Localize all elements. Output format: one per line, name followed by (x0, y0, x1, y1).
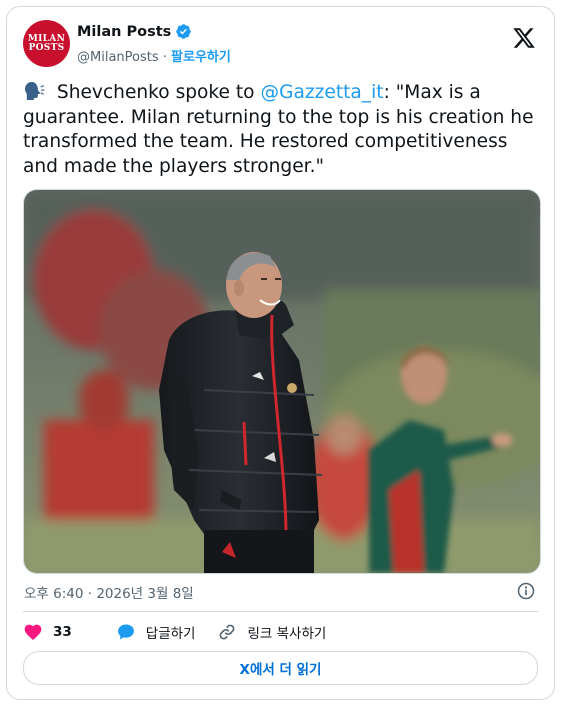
copy-link-button[interactable]: 링크 복사하기 (217, 622, 326, 642)
mention-link[interactable]: @Gazzetta_it (260, 82, 383, 103)
tweet-text-part1: Shevchenko spoke to (51, 82, 261, 103)
reply-button[interactable]: 답글하기 (116, 622, 196, 642)
training-photo-illustration (24, 190, 540, 573)
verified-badge-icon (176, 24, 192, 39)
tweet-actions: 33 답글하기 링크 복사하기 (23, 621, 348, 643)
avatar-text-line2: POSTS (28, 42, 65, 53)
tweet-photo[interactable] (23, 189, 541, 574)
tweet-text: Shevchenko spoke to @Gazzetta_it: "Max i… (23, 81, 543, 179)
handle-separator: · (158, 50, 172, 65)
like-button[interactable]: 33 (23, 622, 94, 642)
tweet-timestamp[interactable]: 오후 6:40 · 2026년 3월 8일 (24, 582, 194, 602)
x-logo-icon[interactable] (512, 26, 536, 50)
avatar[interactable]: MILAN POSTS (23, 20, 70, 67)
link-icon (220, 624, 235, 640)
divider (23, 611, 538, 612)
reply-label: 답글하기 (145, 626, 196, 642)
tweet-card: MILAN POSTS Milan Posts @MilanPosts · 팔로… (6, 6, 555, 700)
tweet-header: MILAN POSTS Milan Posts @MilanPosts · 팔로… (23, 18, 538, 68)
info-icon[interactable] (516, 581, 536, 601)
display-name[interactable]: Milan Posts (77, 24, 171, 40)
follow-button[interactable]: 팔로우하기 (171, 50, 231, 65)
read-more-button[interactable]: X에서 더 읽기 (23, 651, 538, 685)
handle[interactable]: @MilanPosts (77, 50, 159, 65)
reply-bubble-icon (117, 624, 134, 640)
like-count: 33 (53, 624, 72, 640)
copy-link-label: 링크 복사하기 (247, 626, 327, 642)
name-row: Milan Posts (77, 23, 192, 40)
heart-icon (24, 624, 42, 640)
handle-row: @MilanPosts · 팔로우하기 (77, 46, 231, 65)
speaking-head-icon (25, 82, 45, 100)
